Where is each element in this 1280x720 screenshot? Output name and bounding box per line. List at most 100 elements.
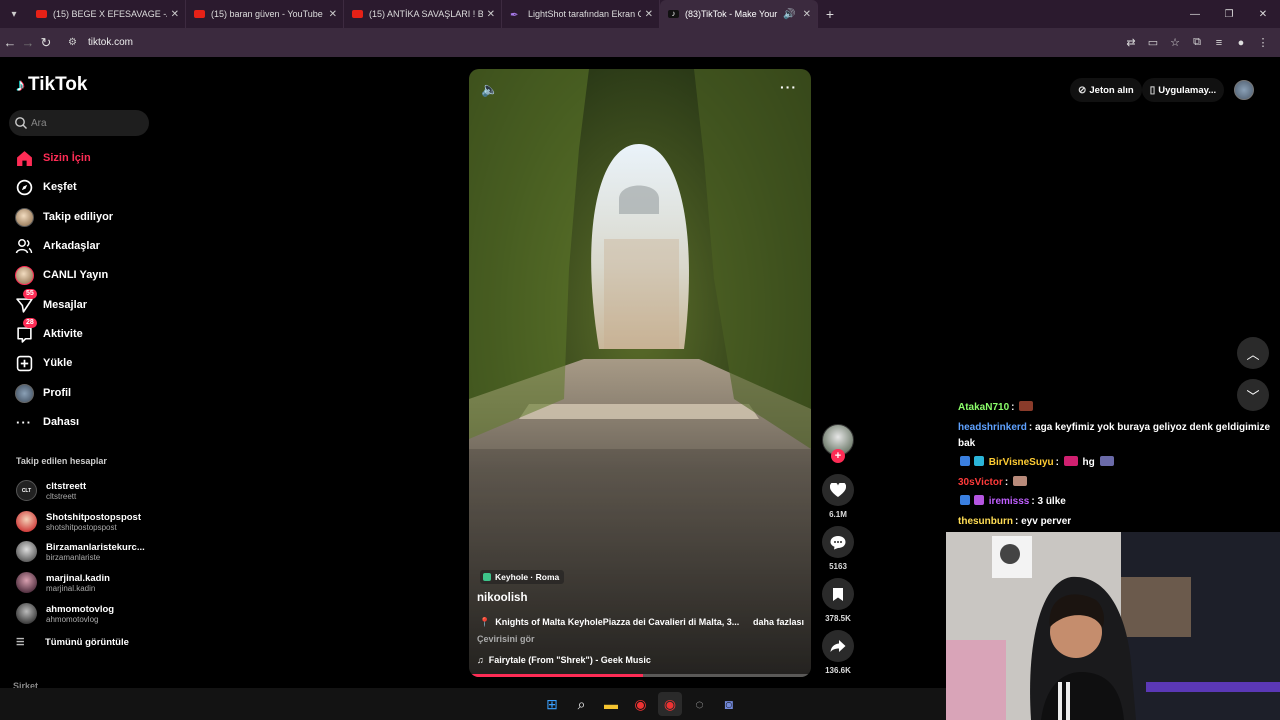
nav-activity[interactable]: 28 Aktivite: [14, 318, 83, 346]
video-more-options-icon[interactable]: ···: [780, 79, 797, 95]
nav-live[interactable]: CANLI Yayın: [14, 263, 108, 287]
youtube-icon: [194, 10, 205, 18]
chrome-icon[interactable]: ◉: [629, 692, 653, 716]
get-coins-button[interactable]: ⊘ Jeton alın: [1070, 78, 1142, 102]
tab-close-icon[interactable]: ✕: [803, 9, 811, 20]
video-progress-bar[interactable]: [469, 674, 811, 677]
followed-account[interactable]: marjinal.kadin marjinal.kadin: [16, 572, 110, 593]
coin-icon: ⊘: [1078, 84, 1087, 96]
restore-icon[interactable]: ❐: [1212, 0, 1246, 28]
phone-icon: ▯: [1149, 84, 1156, 96]
heart-icon[interactable]: [822, 474, 854, 506]
browser-tab-active[interactable]: ♪ (83)TikTok - Make Your Day 🔊 ✕: [660, 0, 818, 28]
previous-video-button[interactable]: ︿: [1237, 337, 1269, 369]
reload-icon[interactable]: ↻: [38, 35, 54, 51]
followed-account[interactable]: Birzamanlaristekurc... birzamanlariste: [16, 541, 145, 562]
location-chip[interactable]: Keyhole · Roma: [480, 570, 565, 584]
music-info[interactable]: ♫ Fairytale (From "Shrek") - Geek Music: [477, 655, 651, 665]
bookmark-icon[interactable]: [822, 578, 854, 610]
search-icon: [15, 117, 27, 129]
browser-menu-icon[interactable]: ⋮: [1252, 36, 1274, 49]
comment-icon[interactable]: [822, 526, 854, 558]
chat-badges: [958, 495, 986, 507]
video-author[interactable]: nikoolish: [477, 592, 527, 604]
caption-more-button[interactable]: daha fazlası: [753, 617, 804, 628]
close-window-icon[interactable]: ✕: [1246, 0, 1280, 28]
profile-avatar-icon: [14, 383, 34, 403]
nav-explore[interactable]: Keşfet: [14, 175, 77, 199]
save-action[interactable]: 378.5K: [822, 578, 854, 623]
avatar: [16, 603, 37, 624]
nav-label: Takip ediliyor: [43, 211, 114, 223]
browser-tab[interactable]: (15) BEGE X EFESAVAGE -AKBİLİ ✕: [28, 0, 186, 28]
music-title: Fairytale (From "Shrek") - Geek Music: [488, 655, 651, 665]
volume-icon[interactable]: 🔈: [481, 81, 498, 98]
site-info-icon[interactable]: ⚙: [68, 37, 82, 48]
search-icon[interactable]: ⌕: [570, 692, 594, 716]
browser-tab[interactable]: (15) baran güven - YouTube ✕: [186, 0, 344, 28]
account-username: shotshitpostopspost: [46, 522, 117, 532]
chat-username: BirVisneSuyu: [988, 457, 1054, 468]
windows-start-icon[interactable]: ⊞: [540, 692, 564, 716]
search-input[interactable]: Ara: [9, 110, 149, 136]
share-action[interactable]: 136.6K: [822, 630, 854, 675]
tab-title: (83)TikTok - Make Your Day: [685, 9, 779, 19]
comment-action[interactable]: 5163: [822, 526, 854, 571]
minimize-icon[interactable]: —: [1178, 0, 1212, 28]
messages-icon: 55: [14, 289, 37, 315]
followed-account[interactable]: CLT cltstreett cltstreett: [16, 480, 86, 501]
cast-icon[interactable]: ▭: [1142, 36, 1164, 49]
logo-text: TikTok: [28, 74, 88, 95]
tab-close-icon[interactable]: ✕: [171, 9, 179, 20]
browser-tab[interactable]: ✒ LightShot tarafından Ekran Görü ✕: [502, 0, 660, 28]
user-avatar[interactable]: [1234, 80, 1255, 100]
audio-playing-icon[interactable]: 🔊: [783, 9, 795, 20]
nav-friends[interactable]: Arkadaşlar: [14, 234, 100, 258]
followed-account[interactable]: ahmomotovlog ahmomotovlog: [16, 603, 114, 624]
nav-more[interactable]: ··· Dahası: [14, 410, 79, 434]
app-icon[interactable]: ◌: [688, 692, 712, 716]
nav-upload[interactable]: Yükle: [14, 351, 72, 375]
chrome-active-icon[interactable]: ◉: [658, 692, 682, 716]
url-bar[interactable]: ⚙ tiktok.com: [60, 32, 1120, 53]
see-translation-button[interactable]: Çevirisini gör: [477, 634, 535, 644]
nav-label: CANLI Yayın: [43, 269, 109, 281]
forward-icon[interactable]: →: [20, 35, 36, 50]
nav-label: Arkadaşlar: [43, 240, 100, 252]
video-player[interactable]: 🔈 ··· Keyhole · Roma nikoolish 📍 Knights…: [469, 69, 811, 677]
nav-messages[interactable]: 55 Mesajlar: [14, 289, 87, 317]
location-label: Keyhole · Roma: [495, 572, 560, 582]
follow-plus-button[interactable]: +: [831, 449, 845, 463]
tab-search-button[interactable]: ▾: [0, 0, 28, 28]
profile-icon[interactable]: ●: [1230, 37, 1252, 49]
browser-tab[interactable]: (15) ANTİKA SAVAŞLARI ! Baran ✕: [344, 0, 502, 28]
get-app-label: Uygulamay...: [1158, 84, 1217, 96]
translate-icon[interactable]: ⇄: [1120, 36, 1142, 49]
back-icon[interactable]: ←: [2, 35, 18, 50]
video-progress-fill: [469, 674, 644, 677]
new-tab-button[interactable]: +: [818, 6, 842, 22]
nav-profile[interactable]: Profil: [14, 381, 71, 405]
see-all-link[interactable]: ☰ Tümünü görüntüle: [16, 637, 129, 648]
tab-title: LightShot tarafından Ekran Görü: [528, 9, 641, 19]
avatar: CLT: [16, 480, 37, 501]
see-all-label: Tümünü görüntüle: [45, 637, 129, 648]
tab-close-icon[interactable]: ✕: [645, 9, 653, 20]
extensions-icon[interactable]: ⧉: [1186, 36, 1208, 49]
share-icon[interactable]: [822, 630, 854, 662]
bookmark-star-icon[interactable]: ☆: [1164, 36, 1186, 49]
like-action[interactable]: 6.1M: [822, 474, 854, 519]
avatar: [16, 572, 37, 593]
tiktok-logo[interactable]: ♪ TikTok: [16, 74, 87, 96]
followed-account[interactable]: Shotshitpostopspost shotshitpostopspost: [16, 511, 141, 532]
caption-text: Knights of Malta KeyholePiazza dei Caval…: [495, 617, 740, 627]
tab-close-icon[interactable]: ✕: [487, 9, 495, 20]
tab-close-icon[interactable]: ✕: [329, 9, 337, 20]
discord-icon[interactable]: ◙: [717, 692, 741, 716]
nav-for-you[interactable]: Sizin İçin: [14, 146, 91, 170]
file-explorer-icon[interactable]: ▬: [599, 692, 623, 716]
get-app-button[interactable]: ▯ Uygulamay...: [1141, 78, 1225, 102]
account-username: ahmomotovlog: [46, 614, 99, 624]
nav-following[interactable]: Takip ediliyor: [14, 205, 113, 229]
media-control-icon[interactable]: ≡: [1208, 37, 1230, 49]
